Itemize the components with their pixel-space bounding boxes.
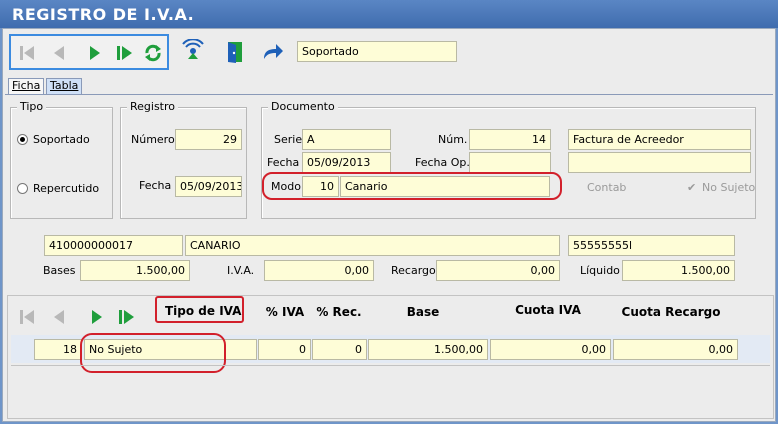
grid-divider <box>11 365 770 366</box>
exit-door-icon[interactable] <box>222 39 248 65</box>
col-tipo-iva-header[interactable]: Tipo de IVA <box>165 304 241 318</box>
window-title: REGISTRO DE I.V.A. <box>12 5 195 24</box>
modo-name-field[interactable]: Canario <box>340 176 550 197</box>
row-cuota-recargo-cell[interactable]: 0,00 <box>613 339 738 360</box>
redirect-arrow-icon[interactable] <box>260 39 286 65</box>
previous-record-icon[interactable] <box>49 42 69 64</box>
iva-label: I.V.A. <box>227 264 255 277</box>
grid-first-icon[interactable] <box>17 306 37 328</box>
operation-type-field[interactable]: Soportado <box>297 41 457 62</box>
modo-label: Modo <box>271 180 301 193</box>
nif-field[interactable]: 55555555l <box>568 235 735 256</box>
first-record-icon[interactable] <box>17 42 37 64</box>
last-record-icon[interactable] <box>115 42 135 64</box>
liquido-label: Líquido <box>580 264 620 277</box>
repercutido-radio[interactable] <box>17 183 28 194</box>
app-window: REGISTRO DE I.V.A. Soportado Ficha Tabla… <box>0 0 778 424</box>
num-field[interactable]: 14 <box>469 129 551 150</box>
col-pct-rec-header[interactable]: % Rec. <box>313 305 365 319</box>
col-base-header[interactable]: Base <box>383 305 463 319</box>
iva-field[interactable]: 0,00 <box>264 260 374 281</box>
tab-tabla[interactable]: Tabla <box>46 78 83 94</box>
num-label: Núm. <box>438 133 468 146</box>
registro-group-title: Registro <box>127 100 179 113</box>
tab-ficha[interactable]: Ficha <box>8 78 45 94</box>
serie-label: Serie <box>274 133 303 146</box>
contab-button[interactable]: Contab. <box>582 177 627 198</box>
soportado-radio[interactable] <box>17 134 28 145</box>
account-name-field[interactable]: CANARIO <box>185 235 560 256</box>
title-bar: REGISTRO DE I.V.A. <box>0 0 778 28</box>
refresh-icon[interactable] <box>143 42 163 64</box>
registro-group: Registro <box>120 100 247 219</box>
numero-label: Número <box>131 133 175 146</box>
extra-field[interactable] <box>568 152 751 173</box>
col-cuota-recargo-header[interactable]: Cuota Recargo <box>615 305 727 319</box>
row-cuota-iva-cell[interactable]: 0,00 <box>490 339 611 360</box>
liquido-field[interactable]: 1.500,00 <box>622 260 735 281</box>
documento-group-title: Documento <box>268 100 338 113</box>
account-code-field[interactable]: 410000000017 <box>44 235 183 256</box>
row-code-cell[interactable]: 18 <box>34 339 82 360</box>
modo-code-field[interactable]: 10 <box>302 176 339 197</box>
record-nav-toolbar <box>9 34 169 70</box>
grid-nav-toolbar <box>13 301 153 333</box>
fecha-op-field[interactable] <box>469 152 551 173</box>
no-sujeto-check-icon[interactable]: ✔ <box>687 181 696 194</box>
numero-field[interactable]: 29 <box>175 129 242 150</box>
registro-fecha-field[interactable]: 05/09/2013 <box>175 176 242 197</box>
recargo-label: Recargo <box>391 264 436 277</box>
next-record-icon[interactable] <box>85 42 105 64</box>
no-sujeto-label: No Sujeto <box>702 181 756 194</box>
row-tipo-cell[interactable]: No Sujeto <box>84 339 257 360</box>
recargo-field[interactable]: 0,00 <box>436 260 560 281</box>
col-cuota-iva-header[interactable]: Cuota IVA <box>498 303 598 317</box>
repercutido-label: Repercutido <box>33 182 100 195</box>
fecha-op-label: Fecha Op. <box>415 156 470 169</box>
registro-fecha-label: Fecha <box>139 179 172 192</box>
soportado-label: Soportado <box>33 133 90 146</box>
grid-last-icon[interactable] <box>117 306 137 328</box>
tab-strip-line <box>5 94 773 95</box>
grid-next-icon[interactable] <box>87 306 107 328</box>
wireless-signal-icon[interactable] <box>180 39 206 65</box>
serie-field[interactable]: A <box>302 129 391 150</box>
documento-fecha-field[interactable]: 05/09/2013 <box>302 152 391 173</box>
bases-label: Bases <box>43 264 76 277</box>
window-client: Soportado Ficha Tabla Tipo Soportado Rep… <box>2 28 776 422</box>
tipo-group-title: Tipo <box>17 100 47 113</box>
row-pct-iva-cell[interactable]: 0 <box>258 339 311 360</box>
col-pct-iva-header[interactable]: % IVA <box>262 305 308 319</box>
description-field[interactable]: Factura de Acreedor <box>568 129 751 150</box>
grid-previous-icon[interactable] <box>49 306 69 328</box>
bases-field[interactable]: 1.500,00 <box>80 260 190 281</box>
documento-fecha-label: Fecha <box>267 156 300 169</box>
row-base-cell[interactable]: 1.500,00 <box>368 339 488 360</box>
tipo-group: Tipo <box>10 100 113 219</box>
row-pct-rec-cell[interactable]: 0 <box>312 339 367 360</box>
